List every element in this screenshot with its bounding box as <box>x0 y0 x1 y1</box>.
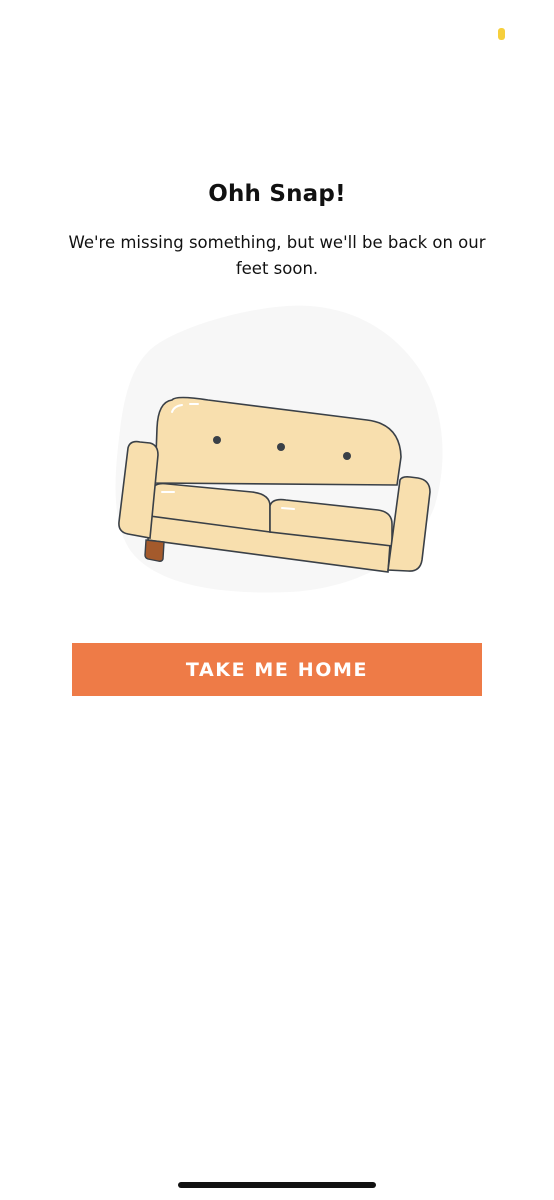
broken-couch-illustration <box>110 300 450 600</box>
couch-tuft <box>277 443 285 451</box>
home-indicator[interactable] <box>178 1182 376 1188</box>
error-message: We're missing something, but we'll be ba… <box>68 233 486 278</box>
page-title: Ohh Snap! <box>208 181 346 207</box>
couch-tuft <box>343 452 351 460</box>
couch-leg <box>144 539 165 562</box>
status-indicator <box>498 28 505 40</box>
take-me-home-button[interactable]: TAKE ME HOME <box>72 643 482 696</box>
couch-tuft <box>213 436 221 444</box>
